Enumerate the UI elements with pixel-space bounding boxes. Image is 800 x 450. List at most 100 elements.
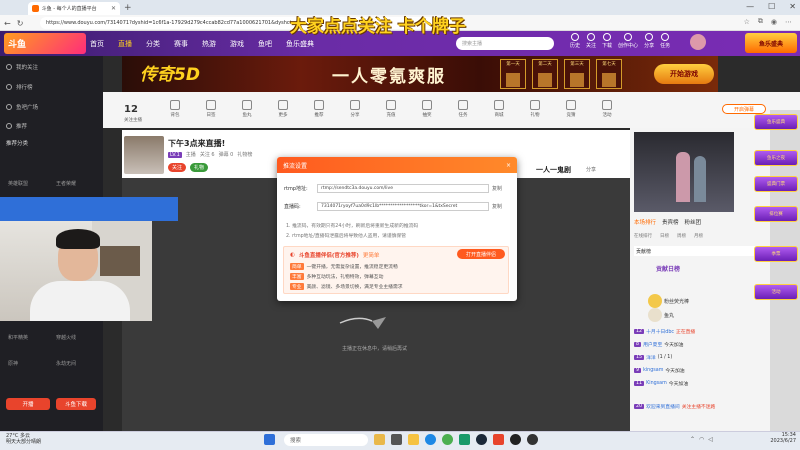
- system-clock[interactable]: 15:34 2023/6/27: [770, 432, 796, 444]
- recommended-video-thumb[interactable]: [634, 132, 734, 212]
- share-header-button[interactable]: 分享: [644, 33, 654, 49]
- header-promo-badge[interactable]: 鱼乐盛典: [745, 33, 797, 53]
- event-badge[interactable]: 活动: [754, 284, 798, 300]
- task-view-icon[interactable]: [391, 434, 402, 445]
- sidebar-category[interactable]: 穿越火线: [56, 334, 76, 341]
- tool-item[interactable]: 分享: [340, 100, 370, 118]
- history-button[interactable]: 历史: [570, 33, 580, 49]
- wechat-icon[interactable]: [459, 434, 470, 445]
- event-badge[interactable]: 鱼乐盛典: [754, 114, 798, 130]
- nav-item[interactable]: 热游: [202, 39, 216, 49]
- rank-bar[interactable]: 贡献榜: [634, 246, 766, 256]
- browser-tab[interactable]: 斗鱼 - 每个人的直播平台 ✕: [28, 2, 120, 15]
- tool-item[interactable]: 礼物: [520, 100, 550, 118]
- task-button[interactable]: 任务: [660, 33, 670, 49]
- extensions-icon[interactable]: ⧉: [758, 17, 763, 26]
- maximize-button[interactable]: ☐: [768, 2, 775, 11]
- avatar[interactable]: [690, 34, 706, 50]
- tool-item[interactable]: 活动: [592, 100, 622, 118]
- tool-item[interactable]: 推荐: [304, 100, 334, 118]
- obs-icon[interactable]: [510, 434, 521, 445]
- copy-key-button[interactable]: 复制: [492, 203, 502, 210]
- tab-rank[interactable]: 本场排行: [634, 218, 656, 226]
- start-stream-button[interactable]: 开播: [6, 398, 50, 410]
- sidebar-item-recommend[interactable]: 推荐: [6, 121, 27, 131]
- tool-item[interactable]: 抽奖: [412, 100, 442, 118]
- follow-button[interactable]: 关注: [586, 33, 596, 49]
- reload-icon[interactable]: ↻: [17, 19, 24, 28]
- nav-item[interactable]: 鱼乐盛典: [286, 39, 314, 49]
- stream-key-field[interactable]: 7314071ryoyf7ua0d9c1lb******************…: [317, 202, 489, 211]
- tab-vip[interactable]: 贵宾榜: [662, 218, 679, 226]
- new-tab-icon[interactable]: +: [124, 3, 132, 13]
- copy-rtmp-button[interactable]: 复制: [492, 185, 502, 192]
- sidebar-category[interactable]: 王者荣耀: [56, 180, 76, 187]
- download-button[interactable]: 下载: [602, 33, 612, 49]
- tool-item[interactable]: 背包: [160, 100, 190, 118]
- menu-icon[interactable]: ⋯: [785, 18, 792, 26]
- nav-item[interactable]: 鱼吧: [258, 39, 272, 49]
- tool-item[interactable]: 商城: [484, 100, 514, 118]
- close-window-button[interactable]: ✕: [789, 2, 796, 11]
- tool-item[interactable]: 日签: [196, 100, 226, 118]
- subtab[interactable]: 月榜: [694, 233, 703, 239]
- back-icon[interactable]: ←: [4, 19, 11, 28]
- danmaku-toggle-button[interactable]: 开启弹幕: [722, 104, 766, 114]
- tool-item[interactable]: 竞猜: [556, 100, 586, 118]
- sidebar-item-forum[interactable]: 鱼吧广场: [6, 102, 38, 112]
- streamer-avatar[interactable]: [124, 136, 164, 174]
- sidebar-item-follow[interactable]: 我的关注: [6, 62, 38, 72]
- wifi-icon[interactable]: ◠: [699, 436, 704, 443]
- download-app-button[interactable]: 斗鱼下载: [56, 398, 96, 410]
- open-companion-button[interactable]: 打开直播伴侣: [457, 249, 505, 259]
- site-logo[interactable]: 斗鱼: [4, 33, 86, 54]
- close-tab-icon[interactable]: ✕: [111, 5, 116, 12]
- event-badge[interactable]: 季票: [754, 246, 798, 262]
- folder-icon[interactable]: [408, 434, 419, 445]
- file-explorer-icon[interactable]: [374, 434, 385, 445]
- nav-item[interactable]: 首页: [90, 39, 104, 49]
- sidebar-item-rank[interactable]: 排行榜: [6, 82, 33, 92]
- profile-icon[interactable]: ◉: [771, 18, 777, 26]
- minimize-button[interactable]: —: [746, 2, 754, 11]
- chrome-icon[interactable]: [442, 434, 453, 445]
- follow-stream-button[interactable]: 关注: [168, 163, 187, 172]
- share-link[interactable]: 分享: [586, 166, 596, 173]
- creator-button[interactable]: 创作中心: [618, 33, 638, 49]
- subtab[interactable]: 日榜: [660, 233, 669, 239]
- site-search-input[interactable]: 搜索主播: [456, 37, 554, 50]
- nav-item[interactable]: 游戏: [230, 39, 244, 49]
- ad-play-button[interactable]: 开始游戏: [654, 64, 714, 84]
- chevron-up-icon[interactable]: ⌃: [690, 436, 695, 443]
- sidebar-category[interactable]: 英雄联盟: [8, 180, 28, 187]
- app-icon[interactable]: [527, 434, 538, 445]
- event-badge[interactable]: 鱼乐之夜: [754, 150, 798, 166]
- tool-item[interactable]: 充值: [376, 100, 406, 118]
- tool-item[interactable]: 更多: [268, 100, 298, 118]
- tool-item[interactable]: 任务: [448, 100, 478, 118]
- subtab[interactable]: 在线排行: [634, 233, 652, 239]
- event-badge[interactable]: 盛典门票: [754, 176, 798, 192]
- edge-icon[interactable]: [425, 434, 436, 445]
- tool-item[interactable]: 鱼丸: [232, 100, 262, 118]
- star-icon[interactable]: ☆: [744, 18, 750, 26]
- nav-item[interactable]: 赛事: [174, 39, 188, 49]
- nav-item[interactable]: 分类: [146, 39, 160, 49]
- sidebar-category[interactable]: 永劫无间: [56, 360, 76, 367]
- volume-icon[interactable]: ◁: [708, 436, 713, 443]
- taskbar-search-input[interactable]: 搜索: [284, 434, 368, 446]
- sidebar-category[interactable]: 原神: [8, 360, 18, 367]
- douyu-app-icon[interactable]: [493, 434, 504, 445]
- sidebar-category[interactable]: 和平精英: [8, 334, 28, 341]
- game-ad-banner[interactable]: 传奇5D 一人零氪爽服 第一天 第二天 第三天 第七天 开始游戏: [122, 56, 718, 92]
- modal-close-button[interactable]: ×: [506, 162, 511, 169]
- gift-stream-button[interactable]: 礼物: [190, 163, 209, 172]
- subtab[interactable]: 周榜: [677, 233, 686, 239]
- weather-widget[interactable]: 27°C 多云 明天大部分晴朗: [6, 433, 41, 445]
- start-icon[interactable]: [264, 434, 275, 445]
- tab-fans[interactable]: 粉丝团: [685, 218, 702, 226]
- steam-icon[interactable]: [476, 434, 487, 445]
- rtmp-field[interactable]: rtmp://sendtc3a.douyu.com/live: [317, 184, 489, 193]
- nav-item-active[interactable]: 直播: [118, 39, 132, 49]
- event-badge[interactable]: 排位赛: [754, 206, 798, 222]
